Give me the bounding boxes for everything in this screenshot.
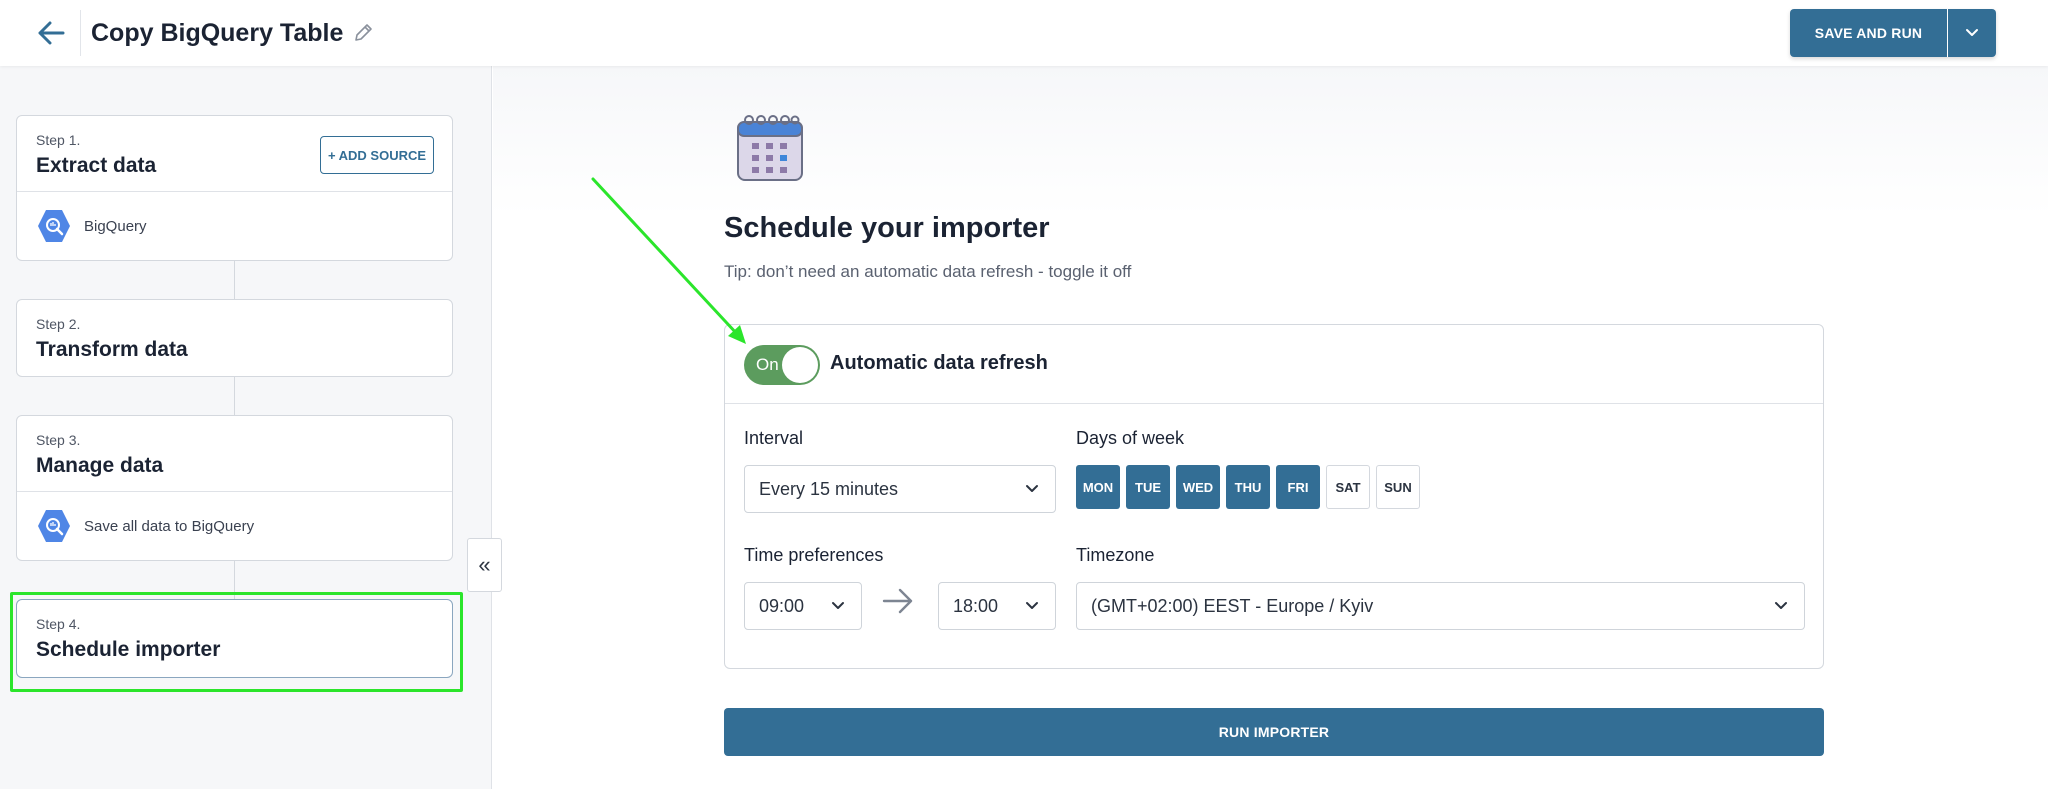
save-and-run-group: SAVE AND RUN bbox=[1790, 9, 1996, 57]
destination-item-bigquery[interactable]: Save all data to BigQuery bbox=[36, 508, 254, 544]
step-connector bbox=[234, 377, 235, 415]
day-mon[interactable]: MON bbox=[1076, 465, 1120, 509]
days-of-week-selector: MON TUE WED THU FRI SAT SUN bbox=[1076, 465, 1426, 509]
collapse-sidebar-button[interactable]: « bbox=[467, 538, 502, 592]
timezone-select[interactable]: (GMT+02:00) EEST - Europe / Kyiv bbox=[1076, 582, 1805, 630]
chevron-down-icon[interactable] bbox=[1948, 9, 1996, 57]
divider bbox=[17, 191, 452, 192]
source-item-bigquery[interactable]: BigQuery bbox=[36, 208, 147, 244]
step-number: Step 3. bbox=[36, 432, 81, 448]
bigquery-icon bbox=[38, 210, 70, 242]
active-step-highlight bbox=[10, 592, 463, 692]
timezone-label: Timezone bbox=[1076, 545, 1155, 565]
day-sun[interactable]: SUN bbox=[1376, 465, 1420, 509]
page-title: Copy BigQuery Table bbox=[91, 19, 344, 47]
time-from-value: 09:00 bbox=[759, 595, 805, 616]
schedule-settings-card: On Automatic data refresh Interval Every… bbox=[724, 324, 1824, 669]
day-sat[interactable]: SAT bbox=[1326, 465, 1370, 509]
header-divider bbox=[80, 10, 81, 56]
step-title: Manage data bbox=[36, 454, 164, 477]
day-wed[interactable]: WED bbox=[1176, 465, 1220, 509]
schedule-title: Schedule your importer bbox=[724, 212, 1050, 244]
step-number: Step 1. bbox=[36, 132, 81, 148]
toggle-knob bbox=[782, 347, 818, 383]
day-thu[interactable]: THU bbox=[1226, 465, 1270, 509]
steps-sidebar: Step 1. Extract data + ADD SOURCE BigQue… bbox=[0, 66, 492, 789]
tip-text: Tip: don’t need an automatic data refres… bbox=[724, 262, 1132, 281]
interval-select[interactable]: Every 15 minutes bbox=[744, 465, 1056, 513]
step-title: Extract data bbox=[36, 154, 157, 177]
toggle-state-label: On bbox=[756, 355, 779, 374]
chevron-down-icon bbox=[1775, 602, 1787, 609]
source-label: BigQuery bbox=[84, 217, 147, 235]
day-fri[interactable]: FRI bbox=[1276, 465, 1320, 509]
bigquery-icon bbox=[38, 510, 70, 542]
day-tue[interactable]: TUE bbox=[1126, 465, 1170, 509]
destination-label: Save all data to BigQuery bbox=[84, 517, 255, 535]
arrow-right-icon bbox=[882, 588, 913, 614]
step-card-extract[interactable]: Step 1. Extract data + ADD SOURCE BigQue… bbox=[16, 115, 453, 261]
add-source-button[interactable]: + ADD SOURCE bbox=[320, 136, 434, 174]
auto-refresh-label: Automatic data refresh bbox=[830, 352, 1048, 374]
back-arrow-icon[interactable] bbox=[32, 14, 70, 52]
top-bar: Copy BigQuery Table SAVE AND RUN bbox=[0, 0, 2048, 66]
time-to-value: 18:00 bbox=[953, 595, 999, 616]
chevron-down-icon bbox=[832, 602, 844, 609]
auto-refresh-toggle[interactable]: On bbox=[744, 345, 820, 385]
step-number: Step 2. bbox=[36, 316, 81, 332]
days-of-week-label: Days of week bbox=[1076, 428, 1185, 448]
step-card-transform[interactable]: Step 2. Transform data bbox=[16, 299, 453, 377]
button-divider bbox=[1947, 9, 1948, 57]
time-preferences-label: Time preferences bbox=[744, 545, 884, 565]
divider bbox=[17, 491, 452, 492]
chevron-down-icon bbox=[1026, 602, 1038, 609]
pencil-icon[interactable] bbox=[352, 22, 374, 44]
chevron-down-icon bbox=[1026, 485, 1038, 492]
step-connector bbox=[234, 261, 235, 299]
time-from-select[interactable]: 09:00 bbox=[744, 582, 862, 630]
calendar-icon bbox=[737, 115, 803, 181]
timezone-value: (GMT+02:00) EEST - Europe / Kyiv bbox=[1091, 595, 1374, 616]
interval-label: Interval bbox=[744, 428, 804, 448]
interval-value: Every 15 minutes bbox=[759, 478, 899, 499]
step-card-manage[interactable]: Step 3. Manage data Save all data to Big… bbox=[16, 415, 453, 561]
step-title: Transform data bbox=[36, 338, 188, 361]
auto-refresh-row: On Automatic data refresh bbox=[725, 325, 1823, 404]
run-importer-button[interactable]: RUN IMPORTER bbox=[724, 708, 1824, 756]
save-and-run-button[interactable]: SAVE AND RUN bbox=[1790, 9, 1947, 57]
time-to-select[interactable]: 18:00 bbox=[938, 582, 1056, 630]
